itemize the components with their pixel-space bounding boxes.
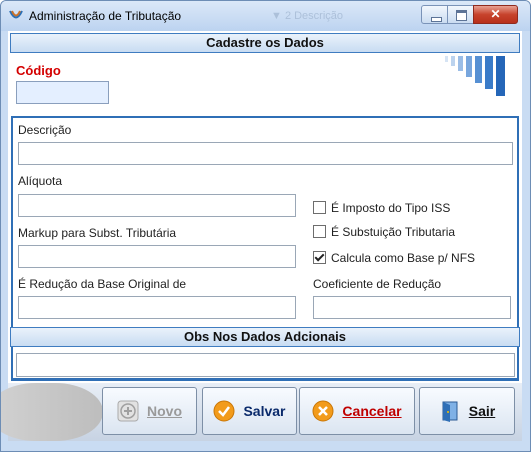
sair-button[interactable]: Sair <box>419 387 515 435</box>
markup-field[interactable] <box>18 245 296 268</box>
plus-icon <box>117 400 139 422</box>
coeficiente-label: Coeficiente de Redução <box>313 277 442 291</box>
obs-header: Obs Nos Dados Adcionais <box>10 327 520 347</box>
checkmark-icon <box>313 251 326 264</box>
codigo-label: Código <box>16 63 61 78</box>
maximize-button[interactable] <box>447 5 474 24</box>
aliquota-label: Alíquota <box>18 174 63 188</box>
cancel-icon <box>312 400 334 422</box>
reducao-field[interactable] <box>18 296 296 319</box>
descricao-label: Descrição <box>18 123 72 137</box>
substituicao-checkbox-label: É Substuição Tributaria <box>331 225 456 239</box>
close-icon: ✕ <box>490 7 501 21</box>
descricao-field[interactable] <box>18 142 513 165</box>
reducao-label: É Redução da Base Original de <box>18 277 187 291</box>
checkmark-circle-icon <box>213 400 235 422</box>
iss-checkbox[interactable]: É Imposto do Tipo ISS <box>313 201 450 215</box>
substituicao-checkbox[interactable]: É Substuição Tributaria <box>313 225 455 239</box>
title-bar[interactable]: Administração de Tributação ▼ 2 Descriçã… <box>1 1 530 31</box>
minimize-icon <box>431 17 442 22</box>
codigo-field[interactable] <box>16 81 109 104</box>
decorative-shape <box>1 383 103 441</box>
button-bar: Novo Salvar Cancelar Sair <box>1 383 522 441</box>
cancelar-button-label: Cancelar <box>342 403 402 419</box>
decorative-bars <box>445 56 505 96</box>
obs-field[interactable] <box>16 353 515 377</box>
app-icon <box>9 10 23 19</box>
exit-door-icon <box>442 401 458 422</box>
background-window-text: ▼ 2 Descrição <box>271 10 344 22</box>
maximize-icon <box>456 10 467 21</box>
checkbox-icon <box>313 201 326 214</box>
salvar-button-label: Salvar <box>243 403 286 419</box>
application-window: Administração de Tributação ▼ 2 Descriçã… <box>0 0 531 452</box>
minimize-button[interactable] <box>421 5 448 24</box>
checkbox-icon <box>313 225 326 238</box>
section-header: Cadastre os Dados <box>10 33 520 53</box>
aliquota-field[interactable] <box>18 194 296 217</box>
coeficiente-field[interactable] <box>313 296 511 319</box>
novo-button-label: Novo <box>147 403 182 419</box>
novo-button[interactable]: Novo <box>102 387 197 435</box>
form-area: Cadastre os Dados Código Descrição Alíqu… <box>1 31 522 441</box>
base-nfs-checkbox[interactable]: Calcula como Base p/ NFS <box>313 251 475 265</box>
iss-checkbox-label: É Imposto do Tipo ISS <box>331 201 451 215</box>
sair-button-label: Sair <box>468 403 496 419</box>
markup-label: Markup para Subst. Tributária <box>18 226 177 240</box>
close-button[interactable]: ✕ <box>473 5 518 24</box>
salvar-button[interactable]: Salvar <box>202 387 297 435</box>
base-nfs-checkbox-label: Calcula como Base p/ NFS <box>331 251 476 265</box>
window-title: Administração de Tributação <box>29 9 182 23</box>
cancelar-button[interactable]: Cancelar <box>299 387 415 435</box>
